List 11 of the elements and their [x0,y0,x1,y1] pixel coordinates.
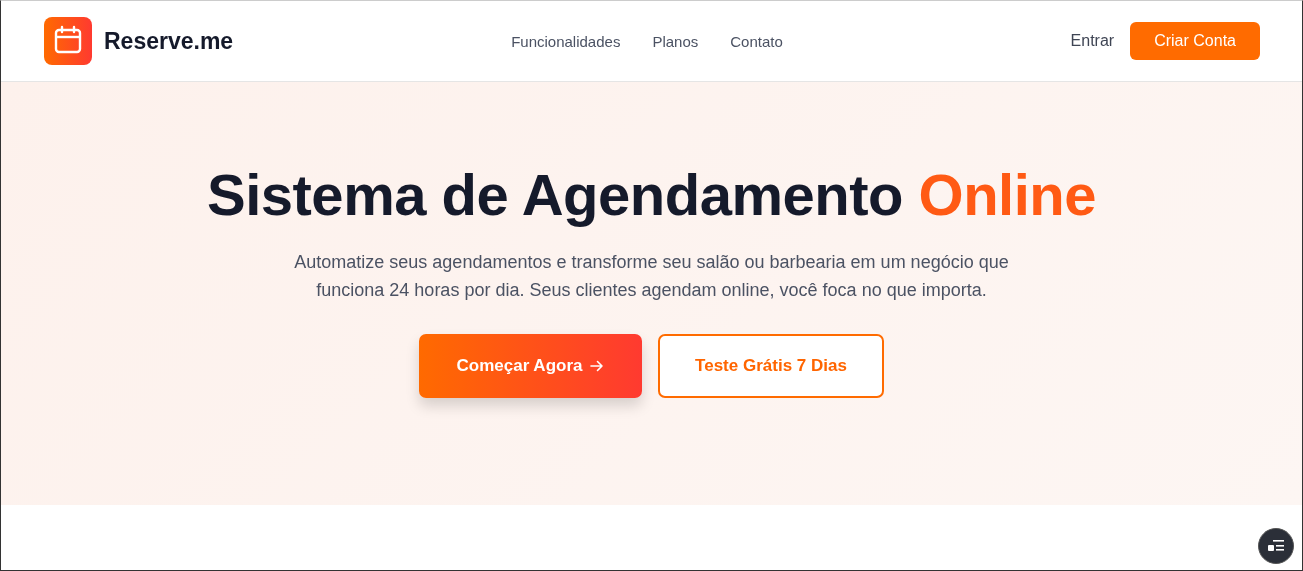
hero-title: Sistema de Agendamento Online [207,161,1096,229]
nav-link[interactable]: Funcionalidades [511,32,621,50]
login-link[interactable]: Entrar [1070,32,1115,50]
calendar-icon[interactable] [44,17,92,65]
nav-link[interactable]: Planos [652,32,699,50]
floating-menu-button[interactable] [1258,528,1294,564]
nav-link[interactable]: Contato [730,32,783,50]
brand-name[interactable]: Reserve.me [104,27,234,55]
arrow-right-icon [590,359,605,373]
list-icon [1267,539,1285,553]
hero-subtitle: Automatize seus agendamentos e transforme seu salão ou barbearia em um negócio que funciona 24 horas por dia. Seus clientes agendam online, você foca no que importa. [293,251,1010,302]
